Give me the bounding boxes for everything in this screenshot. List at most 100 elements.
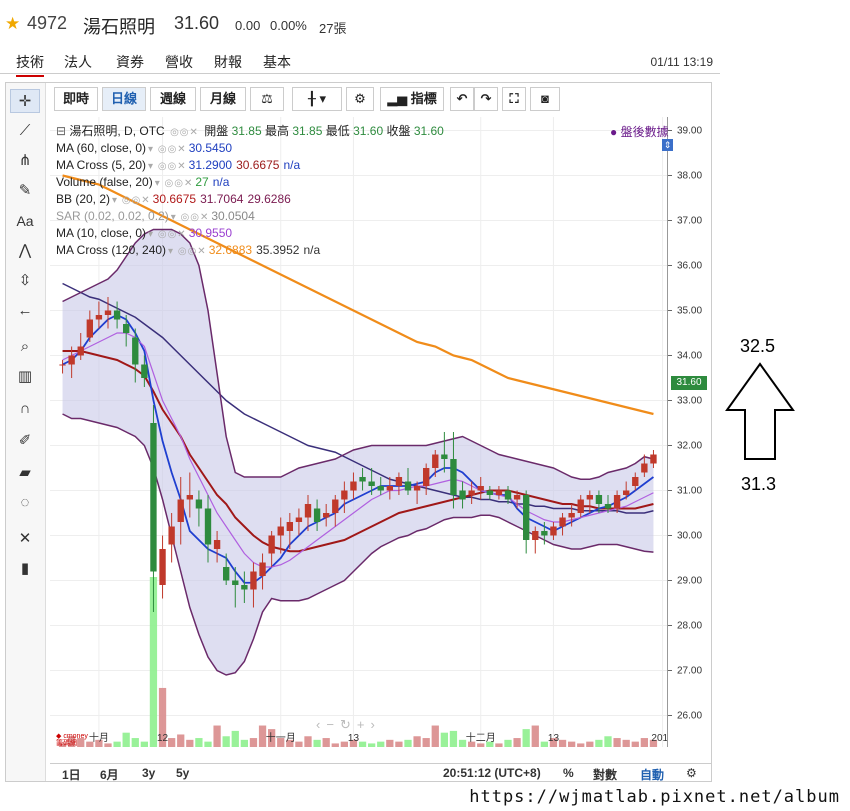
legend-settings-icon[interactable]: ▾ ◎◎✕ <box>148 226 187 243</box>
volume-bar <box>513 738 521 747</box>
candle-body <box>168 526 175 545</box>
annotation-top-value: 32.5 <box>740 336 776 356</box>
after-hours-link[interactable]: ● 盤後數據 <box>610 123 669 140</box>
volume-bar <box>404 739 412 747</box>
pattern-icon[interactable]: ⋀ <box>10 239 40 263</box>
volume-bar <box>422 738 430 747</box>
auto-scale-toggle[interactable]: 自動 <box>640 766 664 783</box>
range-5y[interactable]: 5y <box>176 766 189 780</box>
volume-bar <box>440 732 448 747</box>
candle-body <box>132 337 139 365</box>
legend-settings-icon[interactable]: ▾ ◎◎✕ <box>155 175 194 192</box>
text-tool-icon[interactable]: Aa <box>10 209 40 233</box>
interval-weekly-button[interactable]: 週線 <box>150 87 196 111</box>
camera-icon[interactable]: ◙ <box>530 87 560 111</box>
pitchfork-icon[interactable]: ⋔ <box>10 149 40 173</box>
chart-type-candle-icon[interactable]: ╂ ▾ <box>292 87 342 111</box>
tools-icon[interactable]: ✕ <box>10 527 40 551</box>
legend-value: 30.5450 <box>188 141 233 155</box>
compare-scale-icon[interactable]: ⚖ <box>250 87 284 111</box>
candle-body <box>186 495 193 500</box>
log-scale-toggle[interactable]: 對數 <box>593 766 617 783</box>
percent-scale-toggle[interactable]: % <box>563 766 574 780</box>
volume-bar <box>313 739 321 747</box>
candle-body <box>213 540 221 549</box>
price-change-percent: 0.00% <box>270 18 307 33</box>
after-hours-label: 盤後數據 <box>620 125 669 139</box>
legend-settings-icon[interactable]: ◎◎✕ <box>170 124 199 141</box>
measure-icon[interactable]: ⇳ <box>10 269 40 293</box>
x-tick-label: 2019 <box>651 733 667 744</box>
trendline-icon[interactable]: ⟋ <box>10 119 40 143</box>
legend-settings-icon[interactable]: ▾ ◎◎✕ <box>112 192 151 209</box>
y-tick-label: 31.00 <box>677 486 702 497</box>
range-6m[interactable]: 6月 <box>100 766 119 783</box>
ruler-icon[interactable]: ▥ <box>10 365 40 389</box>
settings-gear-icon[interactable]: ⚙ <box>686 766 697 780</box>
candle-body <box>113 310 121 320</box>
zoom-icon[interactable]: ⌕ <box>10 335 40 359</box>
pencil-lock-icon[interactable]: ✐ <box>10 429 40 453</box>
tab-margin[interactable]: 資券 <box>116 52 144 72</box>
legend-value: 31.2900 <box>188 158 233 172</box>
zoom-controls[interactable]: ‹−↻+› <box>316 717 381 733</box>
candle-body <box>141 364 148 378</box>
star-icon[interactable]: ★ <box>5 14 20 34</box>
legend-settings-icon[interactable]: ▾ ◎◎✕ <box>171 209 210 226</box>
candle-body <box>368 481 375 486</box>
reset-zoom-icon: ↻ <box>339 717 357 732</box>
collapse-icon[interactable]: ⊟ <box>56 124 69 138</box>
legend-settings-icon[interactable]: ▾ ◎◎✕ <box>148 158 187 175</box>
candle-body <box>377 486 384 491</box>
tab-institutional[interactable]: 法人 <box>64 52 92 72</box>
gear-icon[interactable]: ⚙ <box>346 87 374 111</box>
candle-body <box>68 355 75 365</box>
volume-bar <box>113 741 121 747</box>
candle-body <box>277 526 284 536</box>
candle-body <box>532 531 539 540</box>
magnet-icon[interactable]: ∩ <box>10 397 40 421</box>
arrow-left-icon[interactable]: ← <box>10 299 40 323</box>
tab-revenue[interactable]: 營收 <box>165 52 193 72</box>
legend-value: 35.3952 <box>256 243 300 257</box>
zoom-in-icon: + <box>356 717 371 732</box>
chart-toolbar: 即時 日線 週線 月線 ⚖ ╂ ▾ ⚙ ▂▅ 指標 ↶ ↷ ⛶ ◙ <box>50 85 710 113</box>
price-axis[interactable]: 26.00 27.00 28.00 29.00 30.00 31.00 32.00 33.00… <box>667 117 712 747</box>
interval-realtime-button[interactable]: 即時 <box>54 87 98 111</box>
undo-icon[interactable]: ↶ <box>450 87 474 111</box>
x-tick-label: 13 <box>348 733 360 744</box>
indicators-button[interactable]: ▂▅ 指標 <box>380 87 444 111</box>
fullscreen-icon[interactable]: ⛶ <box>502 87 526 111</box>
tab-technical[interactable]: 技術 <box>16 52 44 77</box>
candle-body <box>177 499 184 522</box>
trash-icon[interactable]: ▮ <box>10 557 40 581</box>
interval-daily-button[interactable]: 日線 <box>102 87 146 111</box>
eye-hide-icon[interactable]: ◌ <box>10 491 40 515</box>
y-tick-label: 39.00 <box>677 126 702 137</box>
candle-body <box>223 567 230 581</box>
cmoney-logo: ◆ cmoney 籌碼網 <box>56 733 88 747</box>
volume-bar <box>613 738 621 747</box>
legend-value: 27 <box>195 175 209 189</box>
tab-basic[interactable]: 基本 <box>263 52 291 72</box>
scroll-arrows-icon[interactable]: ⇕ <box>662 139 673 151</box>
volume-bar <box>240 739 248 747</box>
range-1d[interactable]: 1日 <box>62 766 81 783</box>
brush-icon[interactable]: ✎ <box>10 179 40 203</box>
legend-row: MA (60, close, 0) ▾ ◎◎✕ 30.5450 <box>56 140 444 157</box>
candle-body <box>313 508 321 522</box>
open-label: 開盤 <box>204 124 229 138</box>
range-3y[interactable]: 3y <box>142 766 155 780</box>
lock-icon[interactable]: ▰ <box>10 461 40 485</box>
tab-financials[interactable]: 財報 <box>214 52 242 72</box>
legend-settings-icon[interactable]: ▾ ◎◎✕ <box>148 141 187 158</box>
interval-monthly-button[interactable]: 月線 <box>200 87 246 111</box>
y-tick-label: 34.00 <box>677 351 702 362</box>
legend-value: 30.6675 <box>152 192 197 206</box>
legend-settings-icon[interactable]: ▾ ◎◎✕ <box>168 243 207 260</box>
legend-value: 29.6286 <box>247 192 291 206</box>
crosshair-icon[interactable]: ✛ <box>10 89 40 113</box>
redo-icon[interactable]: ↷ <box>474 87 498 111</box>
volume-bar <box>177 734 185 747</box>
candle-body <box>413 486 421 491</box>
